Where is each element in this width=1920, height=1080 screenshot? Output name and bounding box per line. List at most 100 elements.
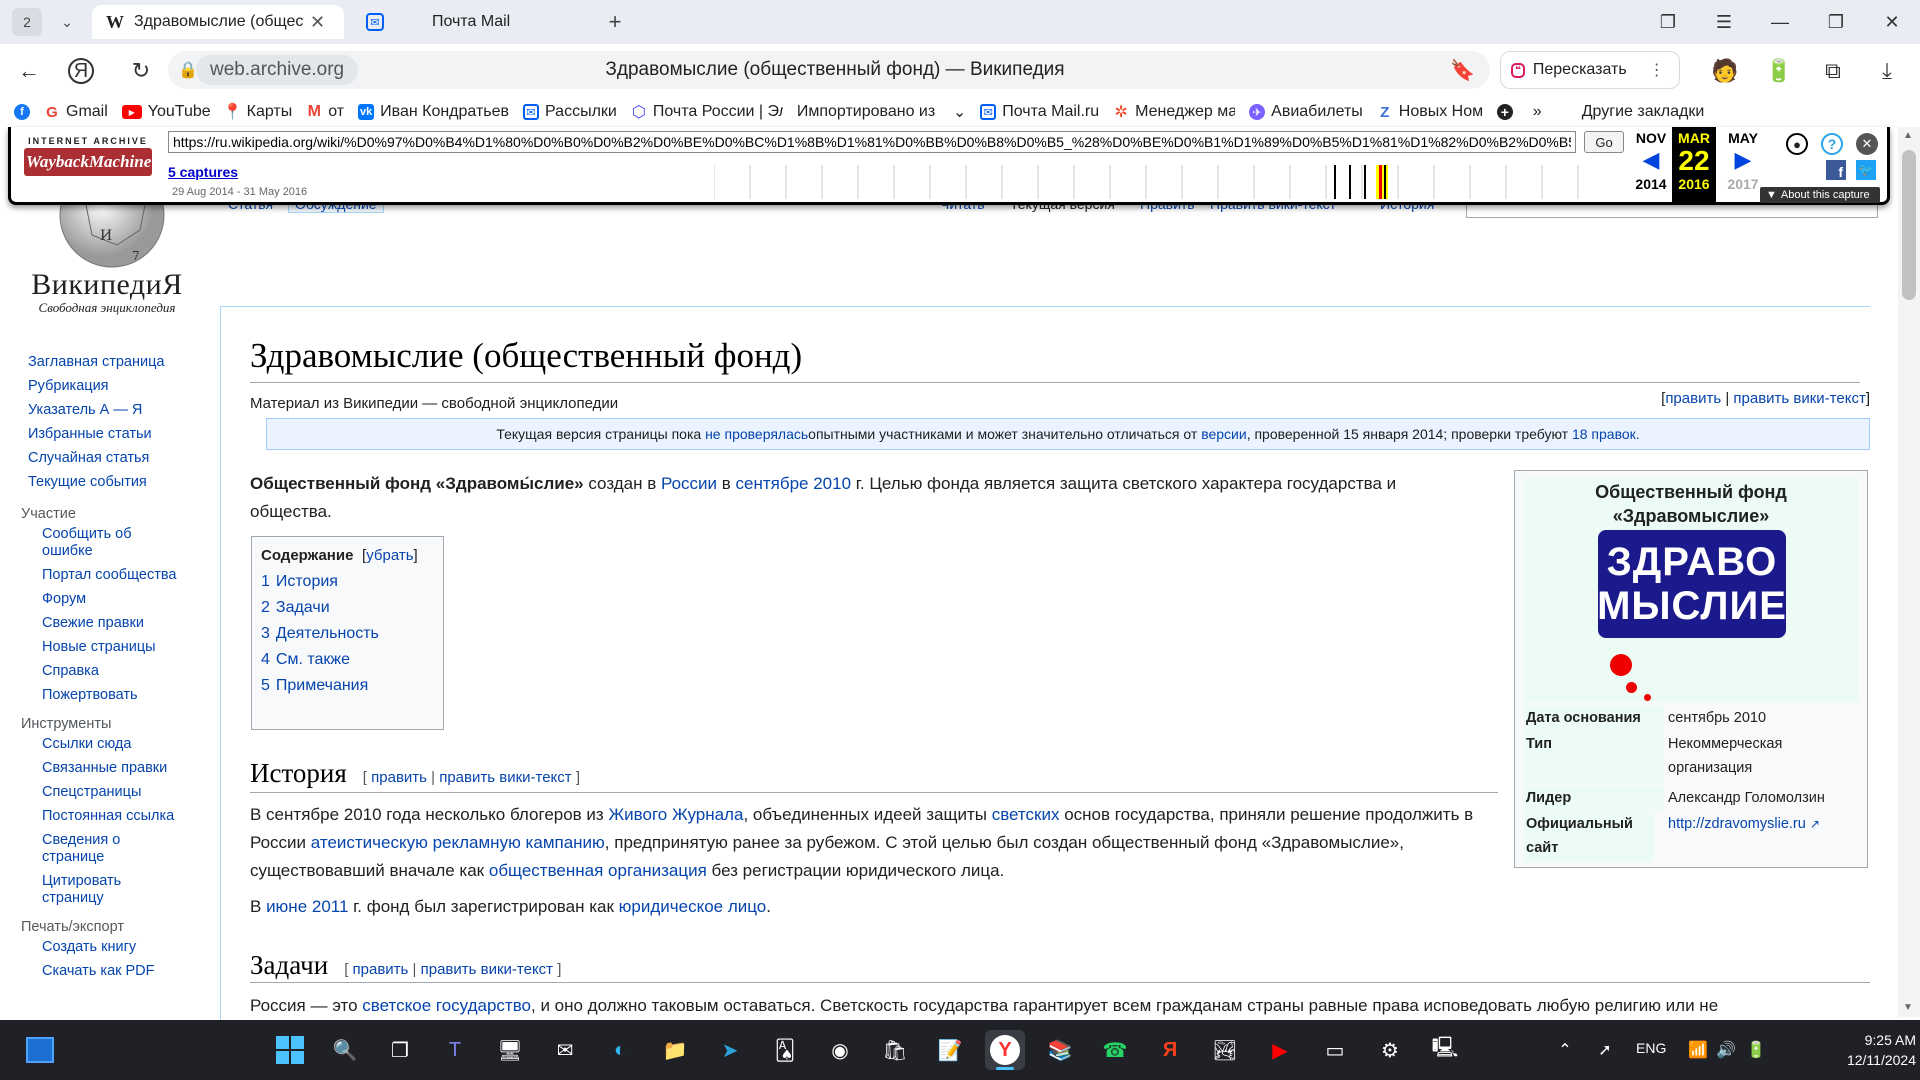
collections-icon[interactable]: ❐ — [1640, 0, 1696, 44]
search-icon[interactable]: 🔍 — [325, 1030, 365, 1070]
wayback-url-input[interactable] — [168, 131, 1576, 153]
bookmark-folder-imported[interactable]: Импортировано из ⌄ — [797, 102, 966, 122]
file-explorer-icon[interactable]: 📁 — [655, 1030, 695, 1070]
bookmark-pochta-rossii[interactable]: ⬡ Почта России | Эл — [630, 103, 783, 121]
sidebar-item-new-pages[interactable]: Новые страницы — [42, 639, 156, 655]
mail-app-icon[interactable]: ✉ — [545, 1030, 585, 1070]
sidebar-item-page-info[interactable]: Сведения о странице — [42, 832, 120, 865]
menu-icon[interactable]: ☰ — [1696, 0, 1752, 44]
close-toolbar-icon[interactable]: ✕ — [1856, 133, 1878, 155]
toc-item-history[interactable]: 1 История — [261, 573, 338, 590]
extension-avatar-icon[interactable]: 🧑 — [1708, 54, 1742, 88]
maximize-icon[interactable]: ❐ — [1808, 0, 1864, 44]
link-atheist-campaign[interactable]: атеистическую рекламную кампанию — [311, 833, 605, 852]
more-vertical-icon[interactable]: ⋮ — [1649, 60, 1665, 80]
bookmark-mail-ru[interactable]: ✉ Почта Mail.ru — [980, 103, 1099, 121]
wayback-go-button[interactable]: Go — [1584, 131, 1624, 153]
tab-mail[interactable]: ✉ Почта Mail — [352, 5, 592, 39]
battery-saver-icon[interactable]: 🔋 — [1762, 54, 1796, 88]
lock-icon[interactable]: 🔒 — [178, 60, 198, 80]
sidebar-item-categories[interactable]: Рубрикация — [28, 374, 198, 398]
link-legal-entity[interactable]: юридическое лицо — [619, 897, 767, 916]
section-edit-source-link[interactable]: править вики-текст — [439, 769, 571, 786]
link-secular-state[interactable]: светское государство — [362, 996, 531, 1015]
scrollbar-thumb[interactable] — [1902, 150, 1916, 300]
sidebar-item-main-page[interactable]: Заглавная страница — [28, 350, 198, 374]
sidebar-item-forum[interactable]: Форум — [42, 591, 86, 607]
bookmark-add[interactable]: + — [1496, 104, 1513, 120]
link-september-2010[interactable]: сентябре 2010 — [736, 474, 852, 493]
notice-link-version[interactable]: версии — [1201, 426, 1247, 442]
sidebar-item-recent-changes[interactable]: Свежие правки — [42, 615, 144, 631]
link-june-2011[interactable]: июне 2011 — [266, 897, 348, 916]
link-secular[interactable]: светских — [992, 805, 1060, 824]
facebook-share-icon[interactable]: f — [1826, 160, 1846, 180]
yandex-icon[interactable]: Я — [1150, 1030, 1190, 1070]
scroll-down-icon[interactable]: ▼ — [1903, 1002, 1913, 1013]
books-app-icon[interactable]: 📚 — [1040, 1030, 1080, 1070]
bookmark-icon[interactable]: 🔖 — [1450, 58, 1475, 83]
download-icon[interactable]: ⤓ — [1870, 54, 1904, 88]
sidebar-item-create-book[interactable]: Создать книгу — [42, 939, 136, 955]
tab-list-chevron-icon[interactable]: ⌄ — [50, 6, 84, 38]
edit-link[interactable]: править — [1665, 390, 1721, 407]
captures-link[interactable]: 5 captures — [168, 164, 238, 180]
sidebar-item-current-events[interactable]: Текущие события — [28, 470, 198, 494]
help-icon[interactable]: ? — [1821, 133, 1843, 155]
tray-chevron-up-icon[interactable]: ⌃ — [1545, 1030, 1585, 1070]
about-capture-button[interactable]: ▼ About this capture — [1760, 187, 1880, 203]
page-title-in-address[interactable]: Здравомыслие (общественный фонд) — Викип… — [400, 59, 1270, 81]
toc-item-activity[interactable]: 3 Деятельность — [261, 625, 379, 642]
calendar-prev-month[interactable]: NOV ◀ 2014 — [1628, 130, 1674, 202]
captures-sparkline[interactable] — [714, 163, 1624, 201]
widgets-icon[interactable] — [20, 1030, 60, 1070]
chrome-icon[interactable]: ◉ — [820, 1030, 860, 1070]
other-bookmarks[interactable]: Другие закладки — [1582, 103, 1705, 121]
back-arrow-icon[interactable]: ← — [12, 54, 46, 88]
yandex-browser-icon[interactable]: Y — [985, 1030, 1025, 1070]
remote-app-icon[interactable]: 🖳 — [1425, 1030, 1465, 1070]
yandex-logo-icon[interactable]: Я — [68, 58, 94, 84]
sidebar-item-report-error[interactable]: Сообщить об ошибке — [42, 526, 132, 559]
sidebar-item-related-changes[interactable]: Связанные правки — [42, 760, 167, 776]
bookmark-novyh-nom[interactable]: Z Новых Ном — [1376, 103, 1483, 121]
language-indicator[interactable]: ENG — [1636, 1040, 1666, 1056]
settings-gear-icon[interactable]: ⚙ — [1370, 1030, 1410, 1070]
edit-source-link[interactable]: править вики-текст — [1733, 390, 1865, 407]
windows-start-icon[interactable] — [270, 1030, 310, 1070]
link-public-organization[interactable]: общественная организация — [489, 861, 707, 880]
sidebar-item-community[interactable]: Портал сообщества — [42, 567, 176, 583]
whatsapp-icon[interactable]: ☎ — [1095, 1030, 1135, 1070]
sidebar-item-cite[interactable]: Цитировать страницу — [42, 873, 121, 906]
task-view-icon[interactable]: ❐ — [380, 1030, 420, 1070]
toc-item-see-also[interactable]: 4 См. также — [261, 651, 350, 668]
user-icon[interactable]: ● — [1786, 133, 1808, 155]
tab-wikipedia[interactable]: W Здравомыслие (общественный фонд) ✕ — [92, 5, 344, 39]
location-arrow-icon[interactable]: ➚ — [1585, 1030, 1625, 1070]
retell-button[interactable]: ❝ Пересказать ⋮ — [1500, 51, 1680, 89]
scroll-up-icon[interactable]: ▲ — [1903, 130, 1913, 141]
terminal-icon[interactable]: ▭ — [1315, 1030, 1355, 1070]
sidebar-item-help[interactable]: Справка — [42, 663, 99, 679]
bookmark-gmail[interactable]: G Gmail — [44, 103, 108, 121]
section-edit-source-link[interactable]: править вики-текст — [421, 961, 553, 978]
bookmark-maps[interactable]: 📍 Карты — [223, 103, 293, 121]
twitter-share-icon[interactable]: 🐦 — [1856, 160, 1876, 180]
new-tab-plus-icon[interactable]: + — [598, 6, 632, 38]
extensions-icon[interactable]: ⧉ — [1816, 54, 1850, 88]
sidebar-item-what-links-here[interactable]: Ссылки сюда — [42, 736, 131, 752]
section-edit-link[interactable]: править — [371, 769, 427, 786]
zdravomyslie-logo[interactable]: ЗДРАВО МЫСЛИЕ — [1597, 530, 1786, 638]
toc-item-goals[interactable]: 2 Задачи — [261, 599, 330, 616]
sidebar-item-permalink[interactable]: Постоянная ссылка — [42, 808, 174, 824]
sidebar-item-random[interactable]: Случайная статья — [28, 446, 198, 470]
tab-close-icon[interactable]: ✕ — [310, 12, 325, 33]
toc-item-notes[interactable]: 5 Примечания — [261, 677, 368, 694]
link-russia[interactable]: России — [661, 474, 717, 493]
minimize-icon[interactable]: — — [1752, 0, 1808, 44]
teams-icon[interactable]: T — [435, 1030, 475, 1070]
bookmarks-overflow-icon[interactable]: » — [1533, 103, 1542, 121]
sidebar-item-special-pages[interactable]: Спецстраницы — [42, 784, 141, 800]
link-livejournal[interactable]: Живого Журнала — [608, 805, 743, 824]
bookmark-facebook[interactable]: f — [14, 104, 30, 120]
